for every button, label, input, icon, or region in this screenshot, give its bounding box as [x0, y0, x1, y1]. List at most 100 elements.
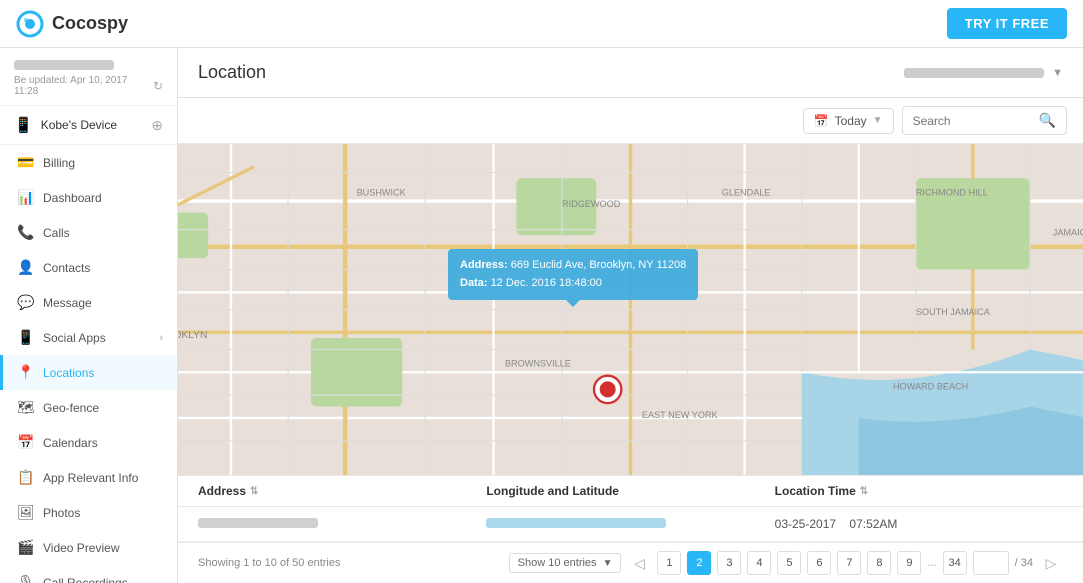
page-34-button[interactable]: 34: [943, 551, 967, 575]
prev-page-button[interactable]: ◁: [627, 551, 651, 575]
device-name: Kobe's Device: [41, 118, 117, 132]
svg-text:BROOKLYN: BROOKLYN: [178, 330, 207, 341]
sidebar-item-calendars[interactable]: 📅 Calendars: [0, 425, 177, 460]
page-jump-input[interactable]: [973, 551, 1009, 575]
navbar: Cocospy TRY IT FREE: [0, 0, 1083, 48]
update-text: Be updated: Apr 10, 2017 11:28: [14, 75, 149, 97]
social-apps-icon: 📱: [17, 329, 33, 346]
photos-icon: 🖼: [17, 504, 33, 521]
col-header-address-label: Address: [198, 484, 246, 498]
pagination-controls: Show 10 entries ▼ ◁ 1 2 3 4 5 6 7 8 9 ..…: [509, 551, 1063, 575]
try-free-button[interactable]: TRY IT FREE: [947, 8, 1067, 39]
sidebar-item-dashboard[interactable]: 📊 Dashboard: [0, 180, 177, 215]
device-settings-icon[interactable]: ⊕: [151, 117, 163, 134]
search-box: 🔍: [902, 106, 1067, 135]
sidebar-device[interactable]: 📱 Kobe's Device ⊕: [0, 106, 177, 145]
cell-address: [198, 517, 486, 531]
sidebar-item-video-preview[interactable]: 🎬 Video Preview: [0, 530, 177, 565]
next-page-button[interactable]: ▷: [1039, 551, 1063, 575]
sidebar-item-locations[interactable]: 📍 Locations: [0, 355, 177, 390]
svg-text:HOWARD BEACH: HOWARD BEACH: [893, 381, 968, 391]
sidebar-item-contacts[interactable]: 👤 Contacts: [0, 250, 177, 285]
sidebar-item-label: Contacts: [43, 261, 90, 275]
content-header: Location ▼: [178, 48, 1083, 98]
main-layout: Be updated: Apr 10, 2017 11:28 ↻ 📱 Kobe'…: [0, 48, 1083, 583]
dashboard-icon: 📊: [17, 189, 33, 206]
sidebar-item-app-relevant[interactable]: 📋 App Relevant Info: [0, 460, 177, 495]
page-2-button[interactable]: 2: [687, 551, 711, 575]
sidebar-item-call-recordings[interactable]: 🎙 Call Recordings: [0, 565, 177, 583]
svg-text:EAST NEW YORK: EAST NEW YORK: [642, 410, 718, 420]
cell-coords: [486, 517, 774, 531]
sidebar-item-calls[interactable]: 📞 Calls: [0, 215, 177, 250]
svg-text:RICHMOND HILL: RICHMOND HILL: [916, 187, 988, 197]
col-header-time[interactable]: Location Time ⇅: [775, 484, 1063, 498]
show-entries-dropdown[interactable]: Show 10 entries ▼: [509, 553, 622, 573]
page-5-button[interactable]: 5: [777, 551, 801, 575]
page-1-button[interactable]: 1: [657, 551, 681, 575]
call-recordings-icon: 🎙: [17, 574, 33, 583]
col-header-coords[interactable]: Longitude and Latitude: [486, 484, 774, 498]
sidebar: Be updated: Apr 10, 2017 11:28 ↻ 📱 Kobe'…: [0, 48, 178, 583]
page-8-button[interactable]: 8: [867, 551, 891, 575]
svg-text:JAMAICA: JAMAICA: [1053, 227, 1083, 237]
sidebar-item-label: Video Preview: [43, 541, 120, 555]
header-right: ▼: [904, 67, 1063, 79]
locations-icon: 📍: [17, 364, 33, 381]
sidebar-item-label: Call Recordings: [43, 576, 128, 583]
date-picker[interactable]: 📅 Today ▼: [803, 108, 894, 134]
sidebar-item-billing[interactable]: 💳 Billing: [0, 145, 177, 180]
content-body: 📅 Today ▼ 🔍: [178, 98, 1083, 583]
sort-icon-time: ⇅: [860, 486, 868, 497]
sidebar-item-geo-fence[interactable]: 🗺 Geo-fence: [0, 390, 177, 425]
calendar-icon: 📅: [814, 114, 829, 128]
page-9-button[interactable]: 9: [897, 551, 921, 575]
page-6-button[interactable]: 6: [807, 551, 831, 575]
svg-text:BROWNSVILLE: BROWNSVILLE: [505, 359, 571, 369]
map-toolbar: 📅 Today ▼ 🔍: [178, 98, 1083, 144]
sidebar-item-label: Social Apps: [43, 331, 106, 345]
search-icon[interactable]: 🔍: [1039, 112, 1056, 129]
video-preview-icon: 🎬: [17, 539, 33, 556]
map-container[interactable]: BROOKLYN BUSHWICK RIDGEWOOD GLENDALE RIC…: [178, 144, 1083, 475]
contacts-icon: 👤: [17, 259, 33, 276]
location-table: Address ⇅ Longitude and Latitude Locatio…: [178, 475, 1083, 542]
calendars-icon: 📅: [17, 434, 33, 451]
page-4-button[interactable]: 4: [747, 551, 771, 575]
cell-time: 03-25-2017 07:52AM: [775, 517, 1063, 531]
app-logo: Cocospy: [16, 10, 128, 38]
map-svg: BROOKLYN BUSHWICK RIDGEWOOD GLENDALE RIC…: [178, 144, 1083, 475]
page-3-button[interactable]: 3: [717, 551, 741, 575]
chevron-down-icon[interactable]: ▼: [1052, 67, 1063, 79]
table-header: Address ⇅ Longitude and Latitude Locatio…: [178, 475, 1083, 507]
sidebar-navigation: 💳 Billing 📊 Dashboard 📞 Calls 👤 Contacts…: [0, 145, 177, 583]
refresh-icon[interactable]: ↻: [153, 79, 163, 93]
sidebar-item-message[interactable]: 💬 Message: [0, 285, 177, 320]
sidebar-item-label: Calls: [43, 226, 70, 240]
show-entries-label: Show 10 entries: [518, 557, 597, 569]
page-7-button[interactable]: 7: [837, 551, 861, 575]
sidebar-item-social-apps[interactable]: 📱 Social Apps ›: [0, 320, 177, 355]
update-info: Be updated: Apr 10, 2017 11:28 ↻: [14, 75, 163, 97]
sidebar-item-label: Geo-fence: [43, 401, 99, 415]
sidebar-item-photos[interactable]: 🖼 Photos: [0, 495, 177, 530]
col-header-address[interactable]: Address ⇅: [198, 484, 486, 498]
address-blurred: [198, 518, 318, 528]
billing-icon: 💳: [17, 154, 33, 171]
coords-blurred: [486, 518, 666, 528]
svg-text:BUSHWICK: BUSHWICK: [357, 187, 406, 197]
col-header-time-label: Location Time: [775, 484, 856, 498]
chevron-down-icon: ▼: [873, 115, 883, 126]
page-ellipsis: ...: [927, 557, 936, 569]
sidebar-item-label: Billing: [43, 156, 75, 170]
sidebar-item-label: Calendars: [43, 436, 98, 450]
geo-fence-icon: 🗺: [17, 399, 33, 416]
username-blurred: [14, 60, 114, 70]
svg-text:RIDGEWOOD: RIDGEWOOD: [562, 199, 621, 209]
svg-text:GLENDALE: GLENDALE: [722, 187, 771, 197]
page-title: Location: [198, 62, 266, 83]
device-icon: 📱: [14, 116, 33, 134]
calls-icon: 📞: [17, 224, 33, 241]
search-input[interactable]: [913, 114, 1033, 128]
sidebar-item-label: Dashboard: [43, 191, 102, 205]
